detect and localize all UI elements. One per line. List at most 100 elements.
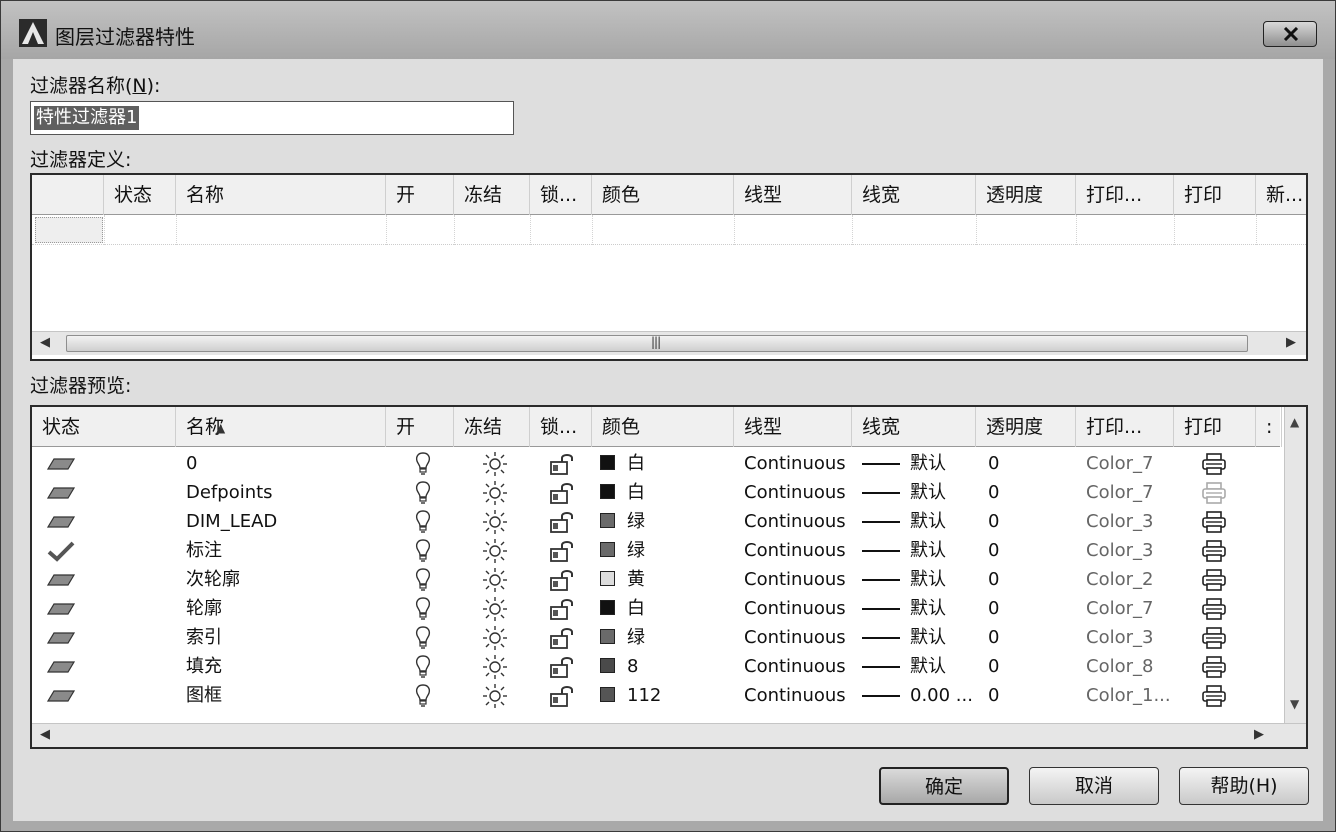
freeze-cell[interactable] — [482, 681, 508, 710]
definition-col-transparency[interactable]: 透明度 — [976, 175, 1076, 215]
linetype-cell[interactable]: Continuous — [744, 449, 846, 478]
layer-row[interactable]: 次轮廓 黄 Continuous 默认 0 Color_2 — [32, 565, 1272, 594]
preview-col-name[interactable]: 名称 — [176, 407, 386, 447]
plot-cell[interactable] — [1200, 594, 1228, 623]
linetype-cell[interactable]: Continuous — [744, 652, 846, 681]
transparency-cell[interactable]: 0 — [988, 594, 999, 623]
scroll-right-icon[interactable]: ▶ — [1254, 727, 1264, 742]
layer-row[interactable]: 0 白 Continuous 默认 0 Color_7 — [32, 449, 1272, 478]
lock-cell[interactable] — [548, 594, 576, 623]
freeze-cell[interactable] — [482, 507, 508, 536]
lock-cell[interactable] — [548, 478, 576, 507]
freeze-cell[interactable] — [482, 478, 508, 507]
scroll-down-icon[interactable]: ▼ — [1290, 697, 1299, 711]
status-cell[interactable] — [46, 594, 76, 623]
on-cell[interactable] — [414, 536, 432, 565]
preview-col-lock[interactable]: 锁... — [530, 407, 592, 447]
plot-cell[interactable] — [1200, 478, 1228, 507]
lock-cell[interactable] — [548, 623, 576, 652]
status-cell[interactable] — [46, 623, 76, 652]
scroll-right-icon[interactable]: ▶ — [1286, 335, 1296, 350]
status-cell[interactable] — [46, 478, 76, 507]
filter-name-input[interactable]: 特性过滤器1 — [30, 101, 514, 135]
color-cell[interactable]: 112 — [600, 681, 661, 710]
color-cell[interactable]: 黄 — [600, 565, 645, 594]
freeze-cell[interactable] — [482, 594, 508, 623]
plot-cell[interactable] — [1200, 681, 1228, 710]
definition-col-plot-style[interactable]: 打印... — [1076, 175, 1174, 215]
transparency-cell[interactable]: 0 — [988, 449, 999, 478]
on-cell[interactable] — [414, 565, 432, 594]
plot-cell[interactable] — [1200, 449, 1228, 478]
plot-cell[interactable] — [1200, 652, 1228, 681]
definition-col-new-vp-freeze[interactable]: 新... — [1256, 175, 1306, 215]
definition-row[interactable] — [32, 215, 1306, 245]
preview-horizontal-scrollbar[interactable]: ◀ ▶ — [32, 723, 1306, 747]
cancel-button[interactable]: 取消 — [1029, 767, 1159, 805]
lineweight-cell[interactable]: 默认 — [862, 565, 946, 594]
definition-col-on[interactable]: 开 — [386, 175, 454, 215]
plot-cell[interactable] — [1200, 565, 1228, 594]
transparency-cell[interactable]: 0 — [988, 652, 999, 681]
freeze-cell[interactable] — [482, 652, 508, 681]
definition-horizontal-scrollbar[interactable]: ◀ ||| ▶ — [32, 331, 1306, 355]
lineweight-cell[interactable]: 默认 — [862, 449, 946, 478]
linetype-cell[interactable]: Continuous — [744, 565, 846, 594]
preview-col-status[interactable]: 状态 — [32, 407, 176, 447]
freeze-cell[interactable] — [482, 623, 508, 652]
preview-col-freeze[interactable]: 冻结 — [454, 407, 530, 447]
definition-row-selector[interactable] — [35, 217, 103, 243]
lock-cell[interactable] — [548, 536, 576, 565]
definition-col-freeze[interactable]: 冻结 — [454, 175, 530, 215]
scroll-left-icon[interactable]: ◀ — [40, 727, 50, 742]
preview-col-plot[interactable]: 打印 — [1174, 407, 1256, 447]
status-cell[interactable] — [46, 652, 76, 681]
lock-cell[interactable] — [548, 681, 576, 710]
freeze-cell[interactable] — [482, 449, 508, 478]
lineweight-cell[interactable]: 默认 — [862, 478, 946, 507]
on-cell[interactable] — [414, 652, 432, 681]
preview-vertical-scrollbar[interactable]: ▲ ▼ — [1284, 407, 1306, 725]
status-cell[interactable] — [46, 449, 76, 478]
definition-col-status[interactable]: 状态 — [104, 175, 176, 215]
lineweight-cell[interactable]: 默认 — [862, 623, 946, 652]
linetype-cell[interactable]: Continuous — [744, 681, 846, 710]
status-cell[interactable] — [46, 681, 76, 710]
layer-row[interactable]: 索引 绿 Continuous 默认 0 Color_3 — [32, 623, 1272, 652]
linetype-cell[interactable]: Continuous — [744, 507, 846, 536]
plot-cell[interactable] — [1200, 623, 1228, 652]
preview-col-plot-style[interactable]: 打印... — [1076, 407, 1174, 447]
layer-row[interactable]: 轮廓 白 Continuous 默认 0 Color_7 — [32, 594, 1272, 623]
on-cell[interactable] — [414, 507, 432, 536]
definition-col-lock[interactable]: 锁... — [530, 175, 592, 215]
lock-cell[interactable] — [548, 449, 576, 478]
filter-preview-grid[interactable]: 状态 名称开冻结 锁... 颜色 线型 线宽 透明度 打印... 打印: ▲ 0 白 Continuo… — [30, 405, 1308, 749]
preview-col-color[interactable]: 颜色 — [592, 407, 734, 447]
definition-col-linetype[interactable]: 线型 — [734, 175, 852, 215]
definition-col-plot[interactable]: 打印 — [1174, 175, 1256, 215]
layer-row[interactable]: 填充 8 Continuous 默认 0 Color_8 — [32, 652, 1272, 681]
help-button[interactable]: 帮助(H) — [1179, 767, 1309, 805]
definition-col-lineweight[interactable]: 线宽 — [852, 175, 976, 215]
transparency-cell[interactable]: 0 — [988, 478, 999, 507]
on-cell[interactable] — [414, 594, 432, 623]
linetype-cell[interactable]: Continuous — [744, 623, 846, 652]
linetype-cell[interactable]: Continuous — [744, 478, 846, 507]
definition-col-name[interactable]: 名称 — [176, 175, 386, 215]
preview-col-lineweight[interactable]: 线宽 — [852, 407, 976, 447]
linetype-cell[interactable]: Continuous — [744, 536, 846, 565]
transparency-cell[interactable]: 0 — [988, 623, 999, 652]
lock-cell[interactable] — [548, 565, 576, 594]
lineweight-cell[interactable]: 默认 — [862, 652, 946, 681]
on-cell[interactable] — [414, 623, 432, 652]
definition-scroll-thumb[interactable]: ||| — [66, 335, 1248, 352]
transparency-cell[interactable]: 0 — [988, 681, 999, 710]
color-cell[interactable]: 绿 — [600, 623, 645, 652]
on-cell[interactable] — [414, 681, 432, 710]
lineweight-cell[interactable]: 默认 — [862, 536, 946, 565]
transparency-cell[interactable]: 0 — [988, 565, 999, 594]
linetype-cell[interactable]: Continuous — [744, 594, 846, 623]
preview-col-new-vp-freeze[interactable]: : — [1256, 407, 1282, 447]
color-cell[interactable]: 8 — [600, 652, 638, 681]
color-cell[interactable]: 绿 — [600, 507, 645, 536]
